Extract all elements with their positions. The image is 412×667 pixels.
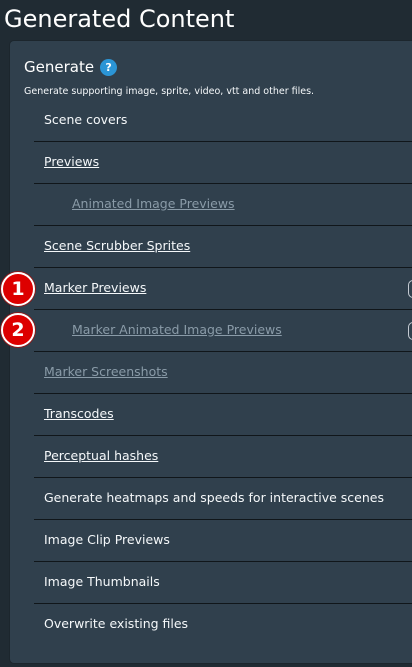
option-label: Overwrite existing files <box>44 616 189 631</box>
option-transcodes[interactable]: Transcodes <box>34 394 412 436</box>
option-image-clip-previews[interactable]: Image Clip Previews <box>34 520 412 562</box>
option-heatmaps[interactable]: Generate heatmaps and speeds for interac… <box>34 478 412 520</box>
option-label: Image Thumbnails <box>44 574 160 589</box>
marker-animated-previews-switch[interactable] <box>408 322 412 340</box>
step-badge-1: 1 <box>1 272 35 306</box>
option-label: Generate heatmaps and speeds for interac… <box>44 490 384 505</box>
option-label: Perceptual hashes <box>44 448 159 463</box>
generate-title: Generate <box>24 58 95 76</box>
option-marker-screenshots[interactable]: Marker Screenshots <box>34 352 412 394</box>
option-label: Marker Screenshots <box>44 364 168 379</box>
option-label: Image Clip Previews <box>44 532 170 547</box>
step-badge-2: 2 <box>1 313 35 347</box>
option-label: Marker Previews <box>44 280 147 295</box>
option-label: Scene covers <box>44 112 128 127</box>
option-scene-scrubber-sprites[interactable]: Scene Scrubber Sprites <box>34 226 412 268</box>
option-scene-covers[interactable]: Scene covers <box>34 100 412 142</box>
page-title: Generated Content <box>4 5 235 33</box>
option-marker-animated-image-previews[interactable]: Marker Animated Image Previews <box>34 310 412 352</box>
option-previews[interactable]: Previews <box>34 142 412 184</box>
option-label: Marker Animated Image Previews <box>72 322 282 337</box>
option-perceptual-hashes[interactable]: Perceptual hashes <box>34 436 412 478</box>
option-label: Scene Scrubber Sprites <box>44 238 191 253</box>
option-overwrite-existing-files[interactable]: Overwrite existing files <box>34 604 412 646</box>
option-label: Animated Image Previews <box>72 196 235 211</box>
option-label: Transcodes <box>44 406 114 421</box>
option-marker-previews[interactable]: Marker Previews <box>34 268 412 310</box>
option-label: Previews <box>44 154 100 169</box>
option-animated-image-previews[interactable]: Animated Image Previews <box>34 184 412 226</box>
generate-card: Generate ? Generate supporting image, sp… <box>10 41 412 663</box>
help-icon[interactable]: ? <box>100 58 118 76</box>
marker-previews-switch[interactable] <box>408 280 412 298</box>
option-image-thumbnails[interactable]: Image Thumbnails <box>34 562 412 604</box>
generate-description: Generate supporting image, sprite, video… <box>24 86 315 97</box>
generate-header: Generate ? <box>24 57 118 77</box>
